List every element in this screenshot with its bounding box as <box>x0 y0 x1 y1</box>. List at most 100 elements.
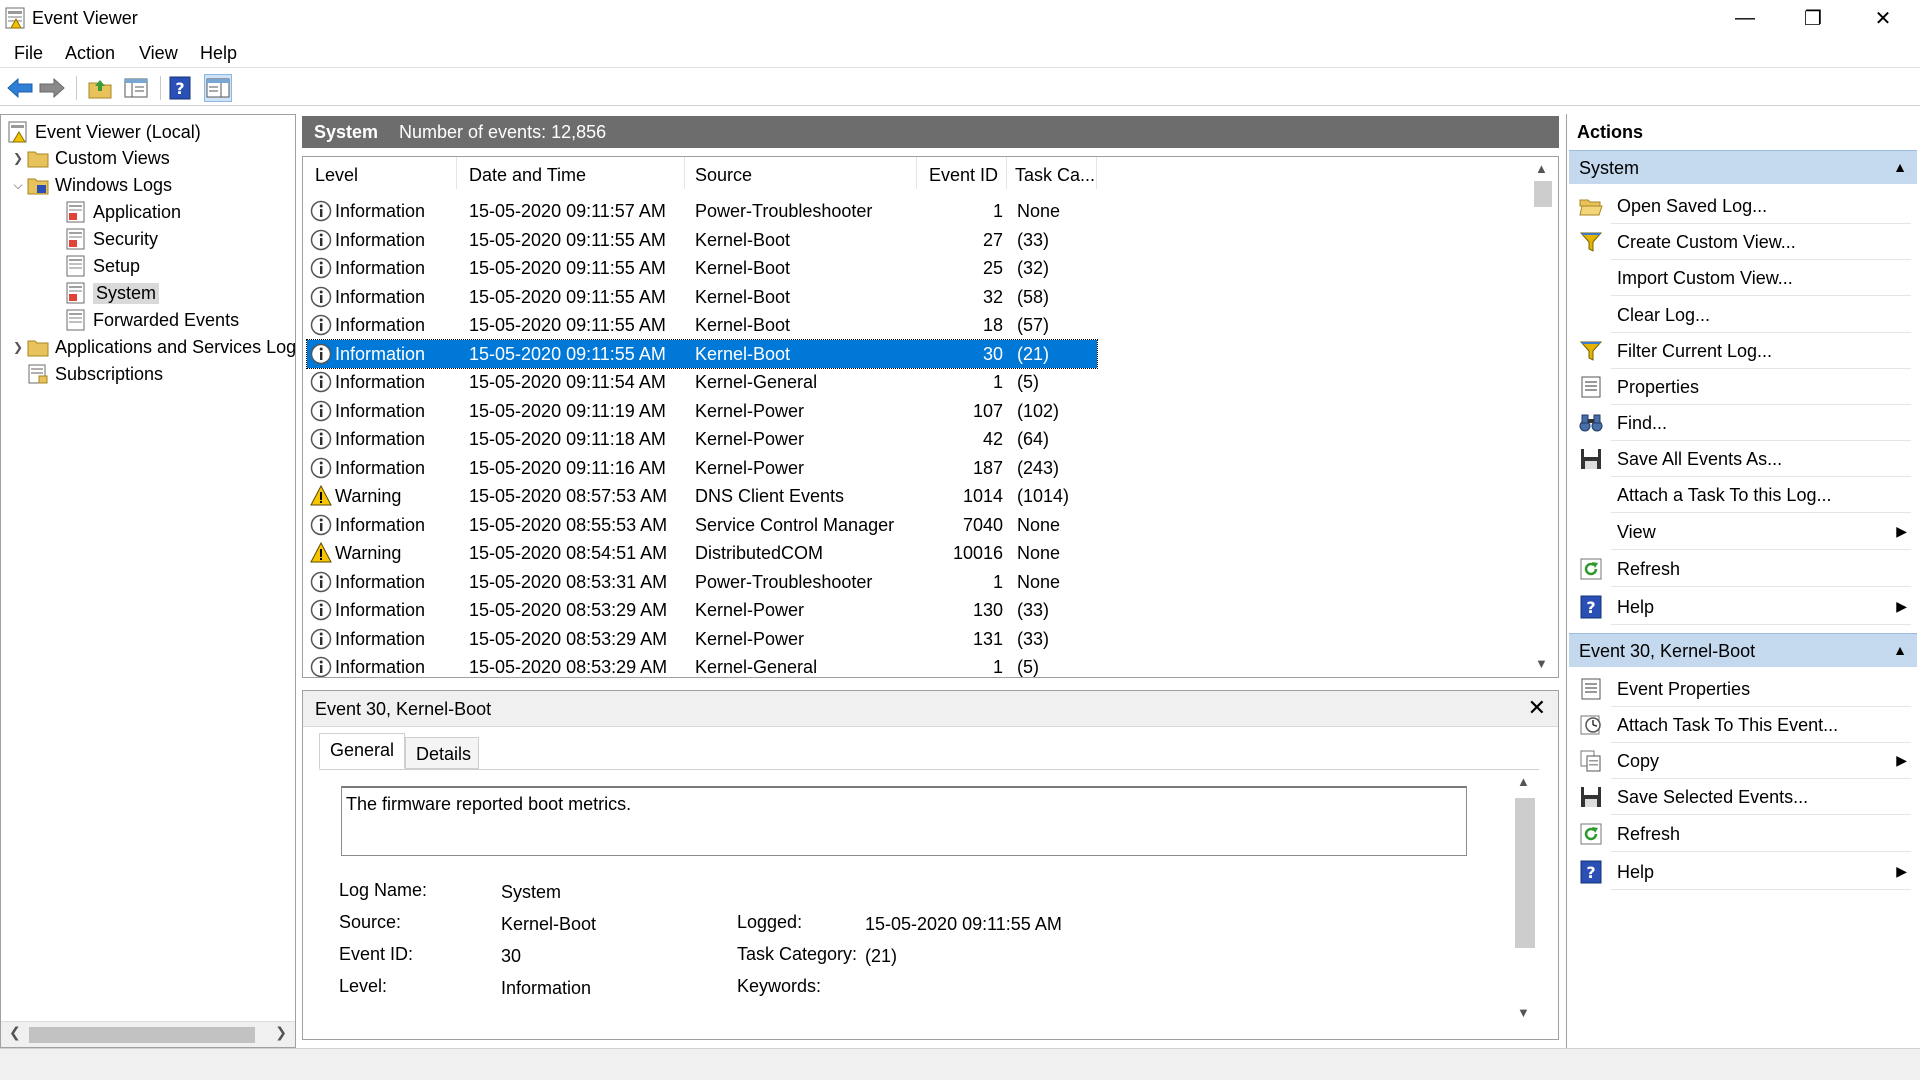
table-row[interactable]: Warning 15-05-2020 08:54:51 AM Distributed… <box>307 539 1097 567</box>
action-view[interactable]: View ▶ <box>1569 517 1917 547</box>
filter-icon <box>1579 232 1603 252</box>
menu-help[interactable]: Help <box>200 43 237 64</box>
scroll-thumb[interactable] <box>1515 798 1535 948</box>
scroll-left-icon[interactable]: ❮ <box>9 1024 21 1041</box>
action-clear-log[interactable]: Clear Log... <box>1569 300 1917 330</box>
action-refresh[interactable]: Refresh <box>1569 554 1917 584</box>
tree-windows-logs[interactable]: ⌵ Windows Logs <box>9 172 172 198</box>
action-properties[interactable]: Properties <box>1569 372 1917 402</box>
chevron-right-icon[interactable]: ❯ <box>9 340 27 354</box>
scroll-down-icon[interactable]: ▼ <box>1535 656 1548 671</box>
tree-system[interactable]: System <box>65 280 160 306</box>
action-save-all-events-as[interactable]: Save All Events As... <box>1569 444 1917 474</box>
action-label: Save All Events As... <box>1617 449 1783 469</box>
table-row[interactable]: Information 15-05-2020 09:11:57 AM Power-T… <box>307 197 1097 225</box>
menu-file[interactable]: File <box>14 43 43 64</box>
action-separator <box>1611 549 1911 550</box>
scroll-thumb[interactable] <box>29 1027 255 1043</box>
column-datetime[interactable]: Date and Time <box>457 157 685 189</box>
cell-task-category: None <box>1017 514 1061 535</box>
show-hide-tree-button[interactable] <box>122 74 150 102</box>
information-icon <box>310 514 332 535</box>
action-open-saved-log[interactable]: Open Saved Log... <box>1569 191 1917 221</box>
cell-event-id: 1 <box>992 372 1003 392</box>
tree-custom-views[interactable]: ❯ Custom Views <box>9 145 170 171</box>
filter-icon <box>1579 341 1603 361</box>
table-row[interactable]: Information 15-05-2020 09:11:55 AM Kernel-… <box>307 254 1097 282</box>
cell-source: Kernel-General <box>695 372 818 392</box>
table-row[interactable]: Information 15-05-2020 08:53:29 AM Kernel-… <box>307 596 1097 624</box>
action-separator <box>1611 295 1911 296</box>
action-attach-a-task-to-this-log[interactable]: Attach a Task To this Log... <box>1569 480 1917 510</box>
actions-section-system[interactable]: System ▲ <box>1569 150 1917 184</box>
tree-applications-services[interactable]: ❯ Applications and Services Log <box>9 334 295 360</box>
action-save-selected-events[interactable]: Save Selected Events... <box>1569 782 1917 812</box>
forward-button[interactable] <box>38 74 66 102</box>
table-row[interactable]: Information 15-05-2020 09:11:55 AM Kernel-… <box>307 311 1097 339</box>
scroll-down-icon[interactable]: ▼ <box>1517 1005 1530 1020</box>
close-window-button[interactable]: ✕ <box>1848 0 1918 36</box>
action-separator <box>1611 368 1911 369</box>
submenu-arrow-icon: ▶ <box>1896 523 1907 539</box>
source-value: Kernel-Boot <box>501 914 597 934</box>
tree-subscriptions[interactable]: Subscriptions <box>27 361 163 387</box>
column-source[interactable]: Source <box>685 157 917 189</box>
tree-security[interactable]: Security <box>65 226 158 252</box>
tree-root[interactable]: Event Viewer (Local) <box>7 119 201 145</box>
scroll-right-icon[interactable]: ❯ <box>275 1024 287 1041</box>
table-row[interactable]: Information 15-05-2020 09:11:16 AM Kernel-… <box>307 454 1097 482</box>
action-filter-current-log[interactable]: Filter Current Log... <box>1569 336 1917 366</box>
table-row[interactable]: Information 15-05-2020 09:11:55 AM Kernel-… <box>306 338 1098 369</box>
table-row[interactable]: Information 15-05-2020 08:53:29 AM Kernel-… <box>307 653 1097 677</box>
table-row[interactable]: Warning 15-05-2020 08:57:53 AM DNS Client … <box>307 482 1097 510</box>
show-hide-action-pane-button[interactable] <box>204 74 232 102</box>
action-attach-task-to-this-event[interactable]: Attach Task To This Event... <box>1569 710 1917 740</box>
events-vertical-scrollbar[interactable]: ▲ ▼ <box>1528 157 1558 677</box>
action-help[interactable]: ? Help ▶ <box>1569 857 1917 887</box>
maximize-button[interactable]: ❐ <box>1778 0 1848 36</box>
tree-setup[interactable]: Setup <box>65 253 140 279</box>
actions-section-event[interactable]: Event 30, Kernel-Boot ▲ <box>1569 633 1917 667</box>
tree-forwarded-events[interactable]: Forwarded Events <box>65 307 239 333</box>
tab-general[interactable]: General <box>319 733 405 769</box>
scroll-up-icon[interactable]: ▲ <box>1517 774 1530 789</box>
action-create-custom-view[interactable]: Create Custom View... <box>1569 227 1917 257</box>
table-row[interactable]: Information 15-05-2020 09:11:54 AM Kernel-… <box>307 368 1097 396</box>
action-help[interactable]: ? Help ▶ <box>1569 592 1917 622</box>
chevron-right-icon[interactable]: ❯ <box>9 151 27 165</box>
minimize-button[interactable]: — <box>1710 0 1780 36</box>
close-details-icon[interactable]: ✕ <box>1528 695 1546 721</box>
action-import-custom-view[interactable]: Import Custom View... <box>1569 263 1917 293</box>
collapse-icon[interactable]: ▲ <box>1893 159 1907 175</box>
collapse-icon[interactable]: ▲ <box>1893 642 1907 658</box>
action-find[interactable]: Find... <box>1569 408 1917 438</box>
table-row[interactable]: Information 15-05-2020 08:55:53 AM Service… <box>307 511 1097 539</box>
scroll-up-icon[interactable]: ▲ <box>1535 161 1548 176</box>
cell-level: Information <box>335 372 426 392</box>
table-row[interactable]: Information 15-05-2020 09:11:55 AM Kernel-… <box>307 226 1097 254</box>
chevron-down-icon[interactable]: ⌵ <box>9 178 27 193</box>
column-task-category[interactable]: Task Ca... <box>1007 157 1097 189</box>
action-refresh[interactable]: Refresh <box>1569 819 1917 849</box>
table-row[interactable]: Information 15-05-2020 08:53:29 AM Kernel-… <box>307 625 1097 653</box>
menu-view[interactable]: View <box>139 43 178 64</box>
table-row[interactable]: Information 15-05-2020 09:11:19 AM Kernel-… <box>307 397 1097 425</box>
table-row[interactable]: Information 15-05-2020 09:11:55 AM Kernel-… <box>307 283 1097 311</box>
logged-value: 15-05-2020 09:11:55 AM <box>865 914 1062 934</box>
menu-action[interactable]: Action <box>65 43 115 64</box>
tree-horizontal-scrollbar[interactable]: ❮ ❯ <box>1 1021 295 1047</box>
column-level[interactable]: Level <box>303 157 457 189</box>
tree-application[interactable]: Application <box>65 199 181 225</box>
action-copy[interactable]: Copy ▶ <box>1569 746 1917 776</box>
scroll-thumb[interactable] <box>1534 181 1552 207</box>
column-event-id[interactable]: Event ID <box>917 157 1007 189</box>
table-row[interactable]: Information 15-05-2020 09:11:18 AM Kernel-… <box>307 425 1097 453</box>
action-event-properties[interactable]: Event Properties <box>1569 674 1917 704</box>
help-toolbar-button[interactable]: ? <box>166 74 194 102</box>
up-folder-button[interactable] <box>86 74 114 102</box>
cell-level: Information <box>335 429 426 449</box>
table-row[interactable]: Information 15-05-2020 08:53:31 AM Power-T… <box>307 568 1097 596</box>
tab-details[interactable]: Details <box>405 737 479 769</box>
details-vertical-scrollbar[interactable]: ▲ ▼ <box>1509 770 1539 1025</box>
back-button[interactable] <box>6 74 34 102</box>
